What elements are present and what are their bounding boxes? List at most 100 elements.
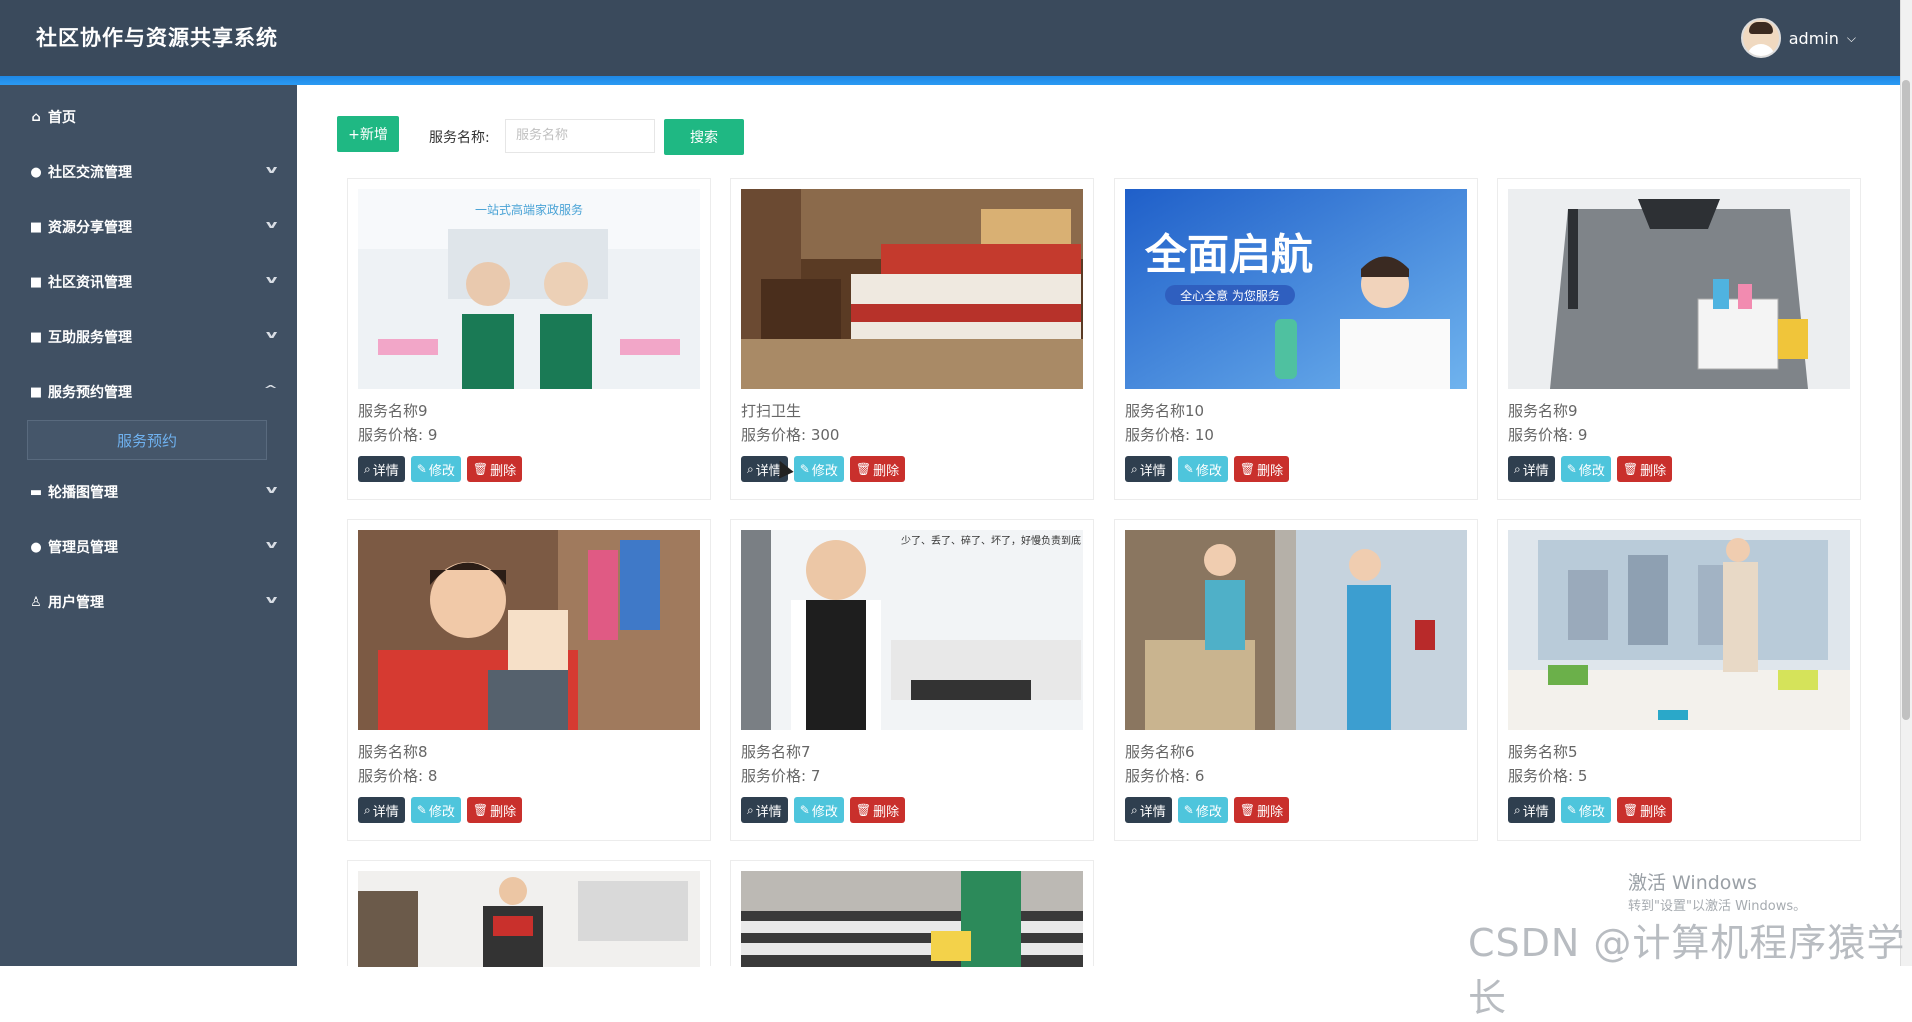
service-name: 打扫卫生 <box>741 402 802 420</box>
scrollbar-thumb[interactable] <box>1902 80 1910 720</box>
edit-button[interactable]: ✎ 修改 <box>410 797 461 823</box>
chevron-down-icon: v <box>265 163 278 176</box>
edit-icon: ✎ <box>416 803 427 817</box>
trash-icon: 🗑 <box>855 462 872 476</box>
chevron-down-icon: v <box>265 328 278 341</box>
service-image[interactable] <box>1508 189 1850 389</box>
sidebar-item-label: 社区交流管理 <box>48 165 132 181</box>
submenu-service-booking[interactable]: 服务预约 <box>27 420 267 460</box>
service-price: 服务价格: 300 <box>741 426 840 444</box>
edit-button[interactable]: ✎ 修改 <box>410 456 461 482</box>
delete-button[interactable]: 🗑 删除 <box>466 797 523 823</box>
sidebar-item-admin[interactable]: ● 管理员管理 v <box>0 525 297 569</box>
edit-button[interactable]: ✎ 修改 <box>1177 456 1228 482</box>
service-name: 服务名称6 <box>1125 743 1195 761</box>
delete-button[interactable]: 🗑 删除 <box>849 456 906 482</box>
service-card: 服务名称6 服务价格: 6 ⌕ 详情 ✎ 修改 🗑 删除 <box>1114 519 1478 841</box>
sidebar-item-resource-share[interactable]: ■ 资源分享管理 v <box>0 205 297 249</box>
chevron-down-icon: v <box>265 593 278 606</box>
username[interactable]: admin <box>1789 29 1839 48</box>
delete-button[interactable]: 🗑 删除 <box>466 456 523 482</box>
edit-icon: ✎ <box>1566 462 1577 476</box>
sidebar-item-label: 首页 <box>48 110 76 126</box>
csdn-watermark: CSDN @计算机程序猿学长 <box>1468 921 1906 1020</box>
search-icon: ⌕ <box>747 802 754 817</box>
search-input[interactable]: 服务名称 <box>505 119 655 153</box>
service-name: 服务名称5 <box>1508 743 1578 761</box>
trash-icon: 🗑 <box>472 462 489 476</box>
edit-button[interactable]: ✎ 修改 <box>1177 797 1228 823</box>
main-content: +新增 服务名称: 服务名称 搜索 一站式高端家政服务 服务名称9 服务价格: … <box>297 85 1900 967</box>
box-icon: ■ <box>29 329 43 345</box>
service-image[interactable] <box>1508 530 1850 730</box>
search-icon: ⌕ <box>1514 802 1521 817</box>
box-icon: ■ <box>29 274 43 290</box>
sidebar: ⌂ 首页 ● 社区交流管理 v ■ 资源分享管理 v ■ 社区资讯管理 v ■ … <box>0 85 297 966</box>
image-icon: ▬ <box>29 484 43 500</box>
service-image[interactable] <box>741 189 1083 389</box>
sidebar-item-label: 资源分享管理 <box>48 220 132 236</box>
user-icon: ● <box>30 539 42 555</box>
detail-button[interactable]: ⌕ 详情 <box>1508 456 1555 482</box>
service-card: 少了、丢了、碎了、坏了，好慢负责到底 服务名称7 服务价格: 7 ⌕ 详情 ✎ 修改… <box>730 519 1094 841</box>
service-card <box>347 860 711 967</box>
service-image[interactable] <box>1125 530 1467 730</box>
trash-icon: 🗑 <box>1622 462 1639 476</box>
sidebar-item-mutual-service[interactable]: ■ 互助服务管理 v <box>0 315 297 359</box>
service-price: 服务价格: 9 <box>1508 426 1588 444</box>
service-image[interactable]: 少了、丢了、碎了、坏了，好慢负责到底 <box>741 530 1083 730</box>
banner-text: 少了、丢了、碎了、坏了，好慢负责到底 <box>901 534 1081 547</box>
home-icon: ⌂ <box>31 109 41 125</box>
edit-button[interactable]: ✎ 修改 <box>1560 456 1611 482</box>
sidebar-item-carousel[interactable]: ▬ 轮播图管理 v <box>0 470 297 514</box>
box-icon: ■ <box>29 219 43 235</box>
delete-button[interactable]: 🗑 删除 <box>1616 456 1673 482</box>
delete-button[interactable]: 🗑 删除 <box>1233 456 1290 482</box>
edit-button[interactable]: ✎ 修改 <box>793 797 844 823</box>
detail-button[interactable]: ⌕ 详情 <box>1508 797 1555 823</box>
add-button[interactable]: +新增 <box>337 116 399 152</box>
search-button[interactable]: 搜索 <box>664 119 744 155</box>
search-icon: ⌕ <box>1514 461 1521 476</box>
sidebar-item-home[interactable]: ⌂ 首页 <box>0 95 297 139</box>
banner-text: 一站式高端家政服务 <box>475 202 583 217</box>
service-image[interactable] <box>358 530 700 730</box>
service-name: 服务名称9 <box>358 402 428 420</box>
trash-icon: 🗑 <box>1622 803 1639 817</box>
delete-button[interactable]: 🗑 删除 <box>1233 797 1290 823</box>
user-menu[interactable]: admin ⌵ <box>1740 18 1856 58</box>
scrollbar[interactable] <box>1900 0 1912 966</box>
sidebar-item-users[interactable]: ♙ 用户管理 v <box>0 580 297 624</box>
service-image[interactable]: 全面启航 全心全意 为您服务 <box>1125 189 1467 389</box>
detail-button[interactable]: ⌕ 详情 <box>358 456 405 482</box>
sidebar-item-community-exchange[interactable]: ● 社区交流管理 v <box>0 150 297 194</box>
service-name: 服务名称9 <box>1508 402 1578 420</box>
chevron-down-icon[interactable]: ⌵ <box>1847 31 1856 46</box>
detail-button[interactable]: ⌕ 详情 <box>1125 797 1172 823</box>
chevron-down-icon: v <box>265 538 278 551</box>
service-card: 服务名称9 服务价格: 9 ⌕ 详情 ✎ 修改 🗑 删除 <box>1497 178 1861 500</box>
trash-icon: 🗑 <box>1239 462 1256 476</box>
service-price: 服务价格: 9 <box>358 426 438 444</box>
delete-button[interactable]: 🗑 删除 <box>849 797 906 823</box>
trash-icon: 🗑 <box>855 803 872 817</box>
service-card: 服务名称5 服务价格: 5 ⌕ 详情 ✎ 修改 🗑 删除 <box>1497 519 1861 841</box>
sidebar-item-community-news[interactable]: ■ 社区资讯管理 v <box>0 260 297 304</box>
sidebar-item-label: 社区资讯管理 <box>48 275 132 291</box>
chevron-up-icon: ^ <box>263 383 278 396</box>
sidebar-item-label: 管理员管理 <box>48 540 118 556</box>
sidebar-item-service-booking[interactable]: ■ 服务预约管理 ^ <box>0 370 297 414</box>
delete-button[interactable]: 🗑 删除 <box>1616 797 1673 823</box>
detail-button[interactable]: ⌕ 详情 <box>741 797 788 823</box>
chevron-down-icon: v <box>265 218 278 231</box>
detail-button[interactable]: ⌕ 详情 <box>358 797 405 823</box>
service-image[interactable] <box>741 871 1083 967</box>
service-card <box>730 860 1094 967</box>
edit-button[interactable]: ✎ 修改 <box>1560 797 1611 823</box>
detail-button[interactable]: ⌕ 详情 <box>1125 456 1172 482</box>
avatar[interactable] <box>1740 18 1781 58</box>
service-image[interactable] <box>358 871 700 967</box>
edit-icon: ✎ <box>1183 462 1194 476</box>
service-image[interactable]: 一站式高端家政服务 <box>358 189 700 389</box>
edit-button[interactable]: ✎ 修改 <box>793 456 844 482</box>
